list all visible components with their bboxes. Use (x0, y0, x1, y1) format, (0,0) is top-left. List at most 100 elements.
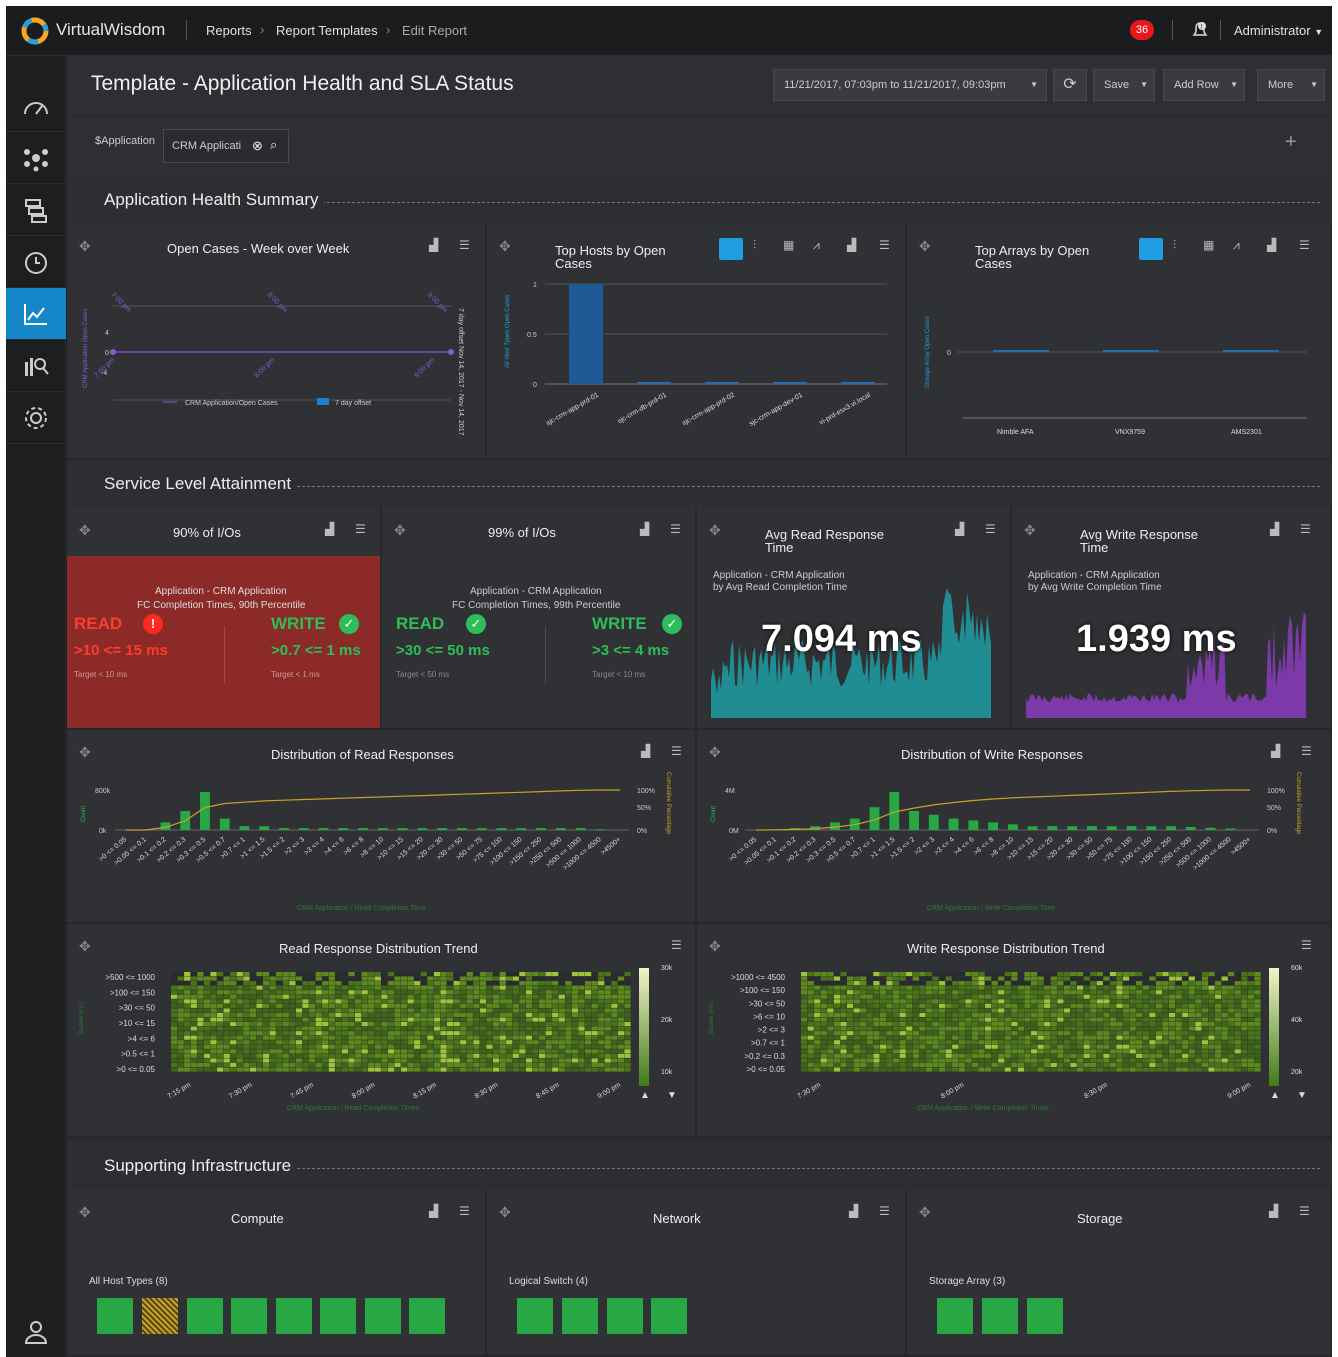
switch-tile[interactable] (651, 1298, 687, 1334)
move-handle-icon[interactable]: ✥ (499, 238, 511, 255)
table-view-icon[interactable]: ▦ (1203, 238, 1214, 252)
sidebar-item-analytics[interactable] (6, 340, 66, 392)
move-handle-icon[interactable]: ✥ (1024, 522, 1036, 539)
move-handle-icon[interactable]: ✥ (709, 522, 721, 539)
heat-cell (912, 1035, 919, 1040)
move-handle-icon[interactable]: ✥ (919, 238, 931, 255)
menu-icon[interactable]: ☰ (1300, 522, 1311, 536)
move-handle-icon[interactable]: ✥ (499, 1204, 511, 1221)
date-range-picker[interactable]: 11/21/2017, 07:03pm to 11/21/2017, 09:03… (773, 69, 1047, 101)
sidebar-item-profile[interactable] (6, 1306, 66, 1357)
signal-icon[interactable]: ▟ (1270, 522, 1279, 536)
heat-cell (1182, 1017, 1189, 1022)
heat-cell (210, 990, 217, 995)
menu-icon[interactable]: ☰ (1301, 938, 1312, 952)
heat-cell (624, 994, 631, 999)
signal-icon[interactable]: ▟ (1271, 744, 1280, 758)
heat-cell (479, 1062, 487, 1067)
move-handle-icon[interactable]: ✥ (919, 1204, 931, 1221)
line-view-icon[interactable]: ⩘ (813, 238, 820, 253)
stacked-view-icon[interactable]: ⫶ (1173, 238, 1176, 253)
alerts-badge[interactable]: 36 (1130, 20, 1154, 40)
breadcrumb-report-templates[interactable]: Report Templates (276, 23, 378, 38)
stacked-view-icon[interactable]: ⫶ (753, 238, 756, 253)
heat-cell (1241, 1053, 1248, 1058)
host-tile[interactable] (231, 1298, 267, 1334)
menu-icon[interactable]: ☰ (879, 1204, 890, 1218)
refresh-button[interactable]: ⟳ (1053, 69, 1087, 101)
move-handle-icon[interactable]: ✥ (79, 1204, 91, 1221)
application-filter-input[interactable]: CRM Applicati ⊗ ⌕ (163, 129, 289, 163)
switch-tile[interactable] (562, 1298, 598, 1334)
array-tile[interactable] (1027, 1298, 1063, 1334)
sidebar-item-settings[interactable] (6, 392, 66, 444)
sidebar-item-topology[interactable] (6, 132, 66, 184)
add-filter-icon[interactable]: + (1285, 131, 1297, 154)
menu-icon[interactable]: ☰ (459, 1204, 470, 1218)
breadcrumb-reports[interactable]: Reports (206, 23, 252, 38)
menu-icon[interactable]: ☰ (670, 522, 681, 536)
signal-icon[interactable]: ▟ (1269, 1204, 1278, 1218)
user-menu[interactable]: Administrator ▼ (1234, 23, 1323, 38)
signal-icon[interactable]: ▟ (429, 1204, 438, 1218)
sidebar-item-alarms[interactable] (6, 236, 66, 288)
heat-cell (558, 994, 565, 999)
clear-icon[interactable]: ⊗ (252, 138, 263, 154)
heat-cell (1208, 990, 1215, 995)
menu-icon[interactable]: ☰ (985, 522, 996, 536)
signal-icon[interactable]: ▟ (429, 238, 438, 252)
heat-cell (1109, 990, 1117, 995)
move-handle-icon[interactable]: ✥ (709, 938, 721, 955)
signal-icon[interactable]: ▟ (849, 1204, 858, 1218)
signal-icon[interactable]: ▟ (640, 522, 649, 536)
move-handle-icon[interactable]: ✥ (709, 744, 721, 761)
host-tile[interactable] (365, 1298, 401, 1334)
sidebar-item-dashboard[interactable] (6, 80, 66, 132)
array-tile[interactable] (982, 1298, 1018, 1334)
sidebar-item-inventory[interactable] (6, 184, 66, 236)
more-button[interactable]: More ▼ (1257, 69, 1325, 101)
switch-tile[interactable] (517, 1298, 553, 1334)
move-handle-icon[interactable]: ✥ (79, 938, 91, 955)
sidebar-item-reports[interactable] (6, 288, 66, 340)
move-handle-icon[interactable]: ✥ (79, 522, 91, 539)
search-icon[interactable]: ⌕ (270, 137, 277, 153)
signal-icon[interactable]: ▟ (1267, 238, 1276, 252)
heat-cell (184, 1044, 191, 1049)
bar-view-button[interactable] (719, 238, 743, 260)
table-view-icon[interactable]: ▦ (783, 238, 794, 252)
save-button[interactable]: Save ▼ (1093, 69, 1155, 101)
heat-cell (1182, 972, 1189, 977)
heat-cell (952, 1017, 959, 1022)
heat-cell (624, 1003, 631, 1008)
bar-view-button[interactable] (1139, 238, 1163, 260)
heat-cell (1057, 1058, 1064, 1063)
add-row-button[interactable]: Add Row ▼ (1163, 69, 1245, 101)
menu-icon[interactable]: ☰ (459, 238, 470, 252)
menu-icon[interactable]: ☰ (671, 938, 682, 952)
signal-icon[interactable]: ▟ (847, 238, 856, 252)
host-tile[interactable] (276, 1298, 312, 1334)
move-handle-icon[interactable]: ✥ (394, 522, 406, 539)
switch-tile[interactable] (607, 1298, 643, 1334)
host-tile[interactable] (320, 1298, 356, 1334)
move-handle-icon[interactable]: ✥ (79, 238, 91, 255)
move-handle-icon[interactable]: ✥ (79, 744, 91, 761)
host-tile-warning[interactable] (142, 1298, 178, 1334)
menu-icon[interactable]: ☰ (1299, 238, 1310, 252)
menu-icon[interactable]: ☰ (671, 744, 682, 758)
menu-icon[interactable]: ☰ (879, 238, 890, 252)
host-tile[interactable] (187, 1298, 223, 1334)
signal-icon[interactable]: ▟ (641, 744, 650, 758)
menu-icon[interactable]: ☰ (1299, 1204, 1310, 1218)
signal-icon[interactable]: ▟ (955, 522, 964, 536)
line-view-icon[interactable]: ⩘ (1233, 238, 1240, 253)
host-tile[interactable] (409, 1298, 445, 1334)
menu-icon[interactable]: ☰ (355, 522, 366, 536)
host-tile[interactable] (97, 1298, 133, 1334)
menu-icon[interactable]: ☰ (1301, 744, 1312, 758)
signal-icon[interactable]: ▟ (325, 522, 334, 536)
array-tile[interactable] (937, 1298, 973, 1334)
notifications-bell-icon[interactable]: ! (1188, 18, 1212, 42)
heat-cell (1241, 981, 1248, 986)
